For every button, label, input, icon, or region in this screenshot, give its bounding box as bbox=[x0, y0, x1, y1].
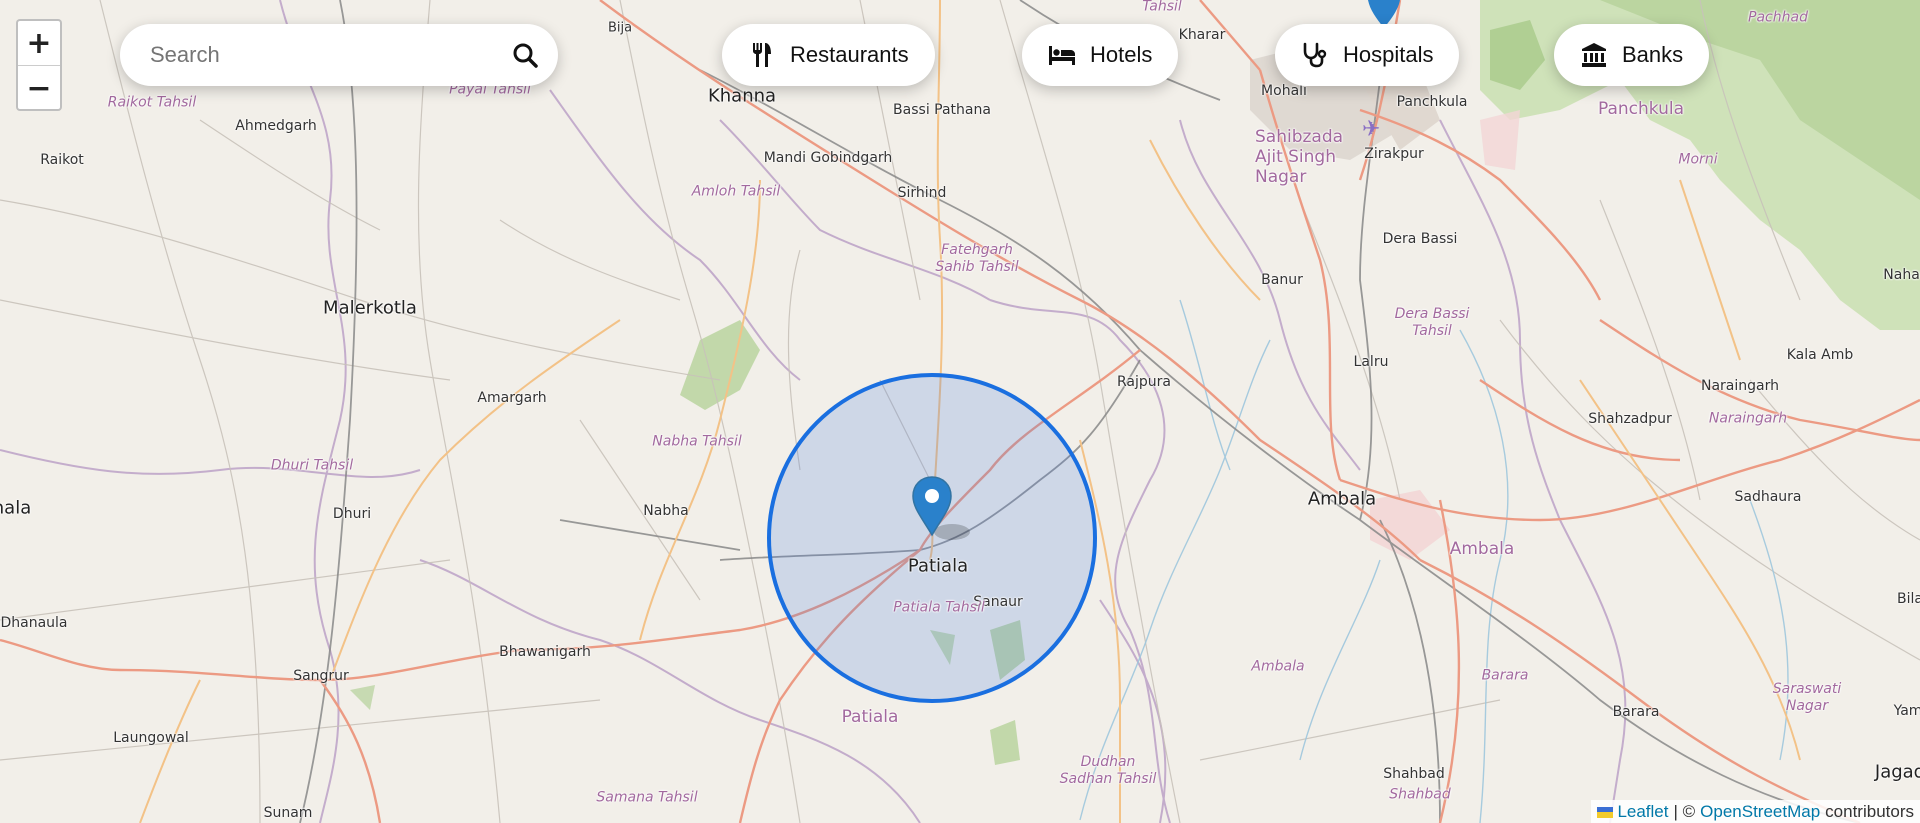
map-label: Panchkula bbox=[1396, 94, 1468, 110]
map-label: nala bbox=[0, 497, 32, 519]
map-label: Dudhan Sadhan Tahsil bbox=[1059, 754, 1157, 787]
map-label: Shahzadpur bbox=[1588, 411, 1672, 427]
map-label: Nabha bbox=[643, 503, 689, 519]
map-label: Banur bbox=[1261, 272, 1303, 288]
map-label: Dera Bassi bbox=[1382, 231, 1458, 247]
map-label: Raikot bbox=[40, 152, 84, 168]
map-label: Sangrur bbox=[293, 668, 349, 684]
map-label: Dera Bassi Tahsil bbox=[1394, 306, 1470, 339]
map-label: Panchkula bbox=[1597, 99, 1685, 119]
map-label: Bija bbox=[607, 20, 633, 36]
map-label: Patiala bbox=[841, 707, 899, 727]
search-radius-circle[interactable] bbox=[767, 373, 1097, 703]
map-label: Raikot Tahsil bbox=[107, 94, 197, 111]
map-canvas[interactable]: ✈ Bija Khanna Bassi Pathana Tahsil Kharar Moh… bbox=[0, 0, 1920, 823]
map-label: Dhuri Tahsil bbox=[270, 457, 354, 474]
hospitals-button[interactable]: Hospitals bbox=[1275, 24, 1460, 86]
restaurants-label: Restaurants bbox=[790, 42, 909, 67]
map-label: Ambala bbox=[1251, 658, 1305, 675]
bank-icon bbox=[1580, 41, 1608, 69]
utensils-icon bbox=[748, 41, 776, 69]
map-label: Saraswati Nagar bbox=[1772, 681, 1842, 714]
map-label: Barara bbox=[1612, 704, 1660, 720]
openstreetmap-link[interactable]: OpenStreetMap bbox=[1700, 802, 1820, 822]
map-label: Nahan bbox=[1883, 267, 1920, 283]
hotels-label: Hotels bbox=[1090, 42, 1153, 67]
map-label: Sirhind bbox=[897, 185, 947, 201]
map-label: Ahmedgarh bbox=[235, 118, 317, 134]
map-attribution: Leaflet | © OpenStreetMap contributors bbox=[1591, 800, 1920, 823]
map-label: Malerkotla bbox=[323, 297, 417, 319]
map-label: Amargarh bbox=[477, 390, 547, 406]
map-label: Amloh Tahsil bbox=[691, 183, 781, 200]
map-label: Yam bbox=[1893, 703, 1920, 719]
marker-shadow bbox=[934, 524, 970, 540]
bed-icon bbox=[1048, 41, 1076, 69]
zoom-out-button[interactable]: − bbox=[18, 66, 60, 110]
map-label: Nabha Tahsil bbox=[652, 433, 742, 450]
search-bar bbox=[120, 24, 558, 86]
map-label: Lalru bbox=[1353, 354, 1389, 370]
stethoscope-icon bbox=[1301, 41, 1329, 69]
attribution-contributors: contributors bbox=[1825, 802, 1914, 821]
banks-button[interactable]: Banks bbox=[1554, 24, 1710, 86]
map-label: Jagad bbox=[1874, 761, 1920, 783]
search-icon[interactable] bbox=[512, 42, 538, 68]
map-label: Zirakpur bbox=[1364, 146, 1424, 162]
ukraine-flag-icon bbox=[1597, 806, 1614, 818]
map-label: Naraingarh bbox=[1701, 378, 1779, 394]
map-label: Rajpura bbox=[1117, 374, 1171, 390]
map-label: Dhanaula bbox=[0, 615, 68, 631]
hospitals-label: Hospitals bbox=[1343, 42, 1434, 67]
map-label: Ambala bbox=[1449, 539, 1515, 559]
map-label: Naraingarh bbox=[1708, 410, 1788, 427]
map-label: Sunam bbox=[263, 805, 313, 821]
zoom-control: + − bbox=[16, 19, 62, 111]
leaflet-link[interactable]: Leaflet bbox=[1617, 802, 1668, 822]
attribution-separator: | © bbox=[1673, 802, 1696, 821]
hotels-button[interactable]: Hotels bbox=[1022, 24, 1179, 86]
map-label: Patiala bbox=[907, 555, 969, 577]
search-input[interactable] bbox=[148, 41, 512, 69]
map-label: Laungowal bbox=[113, 730, 189, 746]
map-label: Bhawanigarh bbox=[499, 644, 591, 660]
map-label: Morni bbox=[1678, 151, 1718, 168]
map-label: Shahbad bbox=[1389, 786, 1451, 803]
map-label: Patiala Tahsil bbox=[893, 599, 985, 616]
map-label: Tahsil bbox=[1142, 0, 1182, 15]
zoom-in-button[interactable]: + bbox=[18, 21, 60, 66]
map-label: Bassi Pathana bbox=[893, 102, 991, 118]
map-label: Sadhaura bbox=[1734, 489, 1802, 505]
restaurants-button[interactable]: Restaurants bbox=[722, 24, 935, 86]
map-label: Ambala bbox=[1307, 488, 1377, 510]
map-label: Shahbad bbox=[1383, 766, 1445, 782]
map-label: Fatehgarh Sahib Tahsil bbox=[935, 242, 1019, 275]
map-label: Kharar bbox=[1178, 27, 1226, 43]
map-label: Mandi Gobindgarh bbox=[763, 150, 893, 166]
map-label: Bila bbox=[1897, 591, 1920, 607]
map-label: Barara bbox=[1481, 667, 1529, 684]
map-label: Samana Tahsil bbox=[596, 789, 698, 806]
map-label: Sahibzada Ajit Singh Nagar bbox=[1255, 127, 1344, 187]
map-label: Kala Amb bbox=[1786, 347, 1854, 363]
map-label: Khanna bbox=[707, 85, 777, 107]
map-label: Pachhad bbox=[1748, 9, 1808, 26]
banks-label: Banks bbox=[1622, 42, 1684, 67]
map-label: Dhuri bbox=[332, 506, 372, 522]
